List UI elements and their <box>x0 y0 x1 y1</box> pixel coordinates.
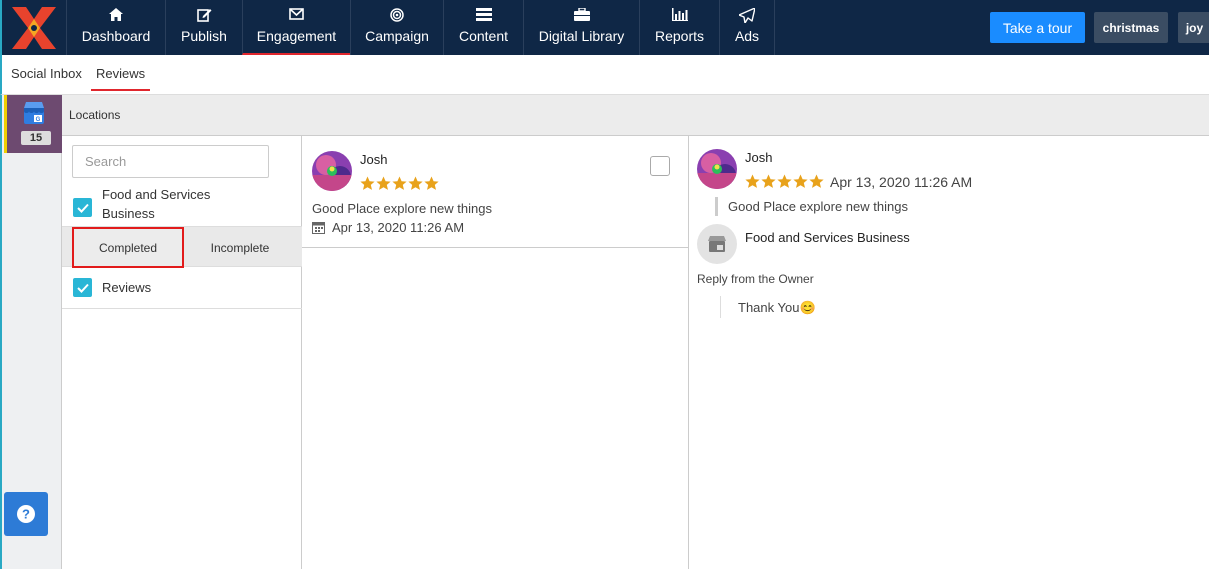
nav-ads[interactable]: Ads <box>719 0 775 55</box>
reply-quote-bar <box>720 296 721 318</box>
google-my-business-account[interactable]: G 15 <box>4 95 62 153</box>
envelope-icon <box>289 8 304 20</box>
nav-content-label: Content <box>458 28 509 44</box>
nav-dashboard[interactable]: Dashboard <box>66 0 165 55</box>
target-icon <box>390 8 404 22</box>
nav-content[interactable]: Content <box>443 0 523 55</box>
nav-digital-library-label: Digital Library <box>538 28 625 44</box>
nav-dashboard-label: Dashboard <box>81 28 151 44</box>
reply-heading: Reply from the Owner <box>697 272 814 286</box>
top-nav: Dashboard Publish Engagement Campaign Co… <box>0 0 1209 55</box>
question-icon: ? <box>17 505 35 523</box>
reviewer-avatar <box>697 149 737 189</box>
review-toolbar <box>302 95 1209 136</box>
review-detail: Josh Apr 13, 2020 11:26 AM Good Place ex… <box>689 136 1209 569</box>
list-icon <box>475 8 492 21</box>
take-a-tour-button[interactable]: Take a tour <box>990 12 1085 43</box>
paper-plane-icon <box>739 8 755 23</box>
detail-review-date: Apr 13, 2020 11:26 AM <box>830 174 973 190</box>
account-count-badge: 15 <box>21 131 51 145</box>
review-card[interactable]: Josh Good Place explore new things Apr 1… <box>302 136 688 248</box>
star-icon <box>809 174 824 188</box>
business-name: Food and Services Business <box>745 230 910 245</box>
business-avatar <box>697 224 737 264</box>
completed-toggle-button[interactable]: Completed <box>72 227 184 268</box>
edit-icon <box>196 9 211 22</box>
star-icon <box>360 176 375 190</box>
rating-stars <box>360 176 439 191</box>
svg-text:G: G <box>36 117 41 123</box>
reviewer-name: Josh <box>360 152 388 167</box>
star-icon <box>376 176 391 190</box>
review-text: Good Place explore new things <box>312 201 492 216</box>
reviewer-avatar <box>312 151 352 191</box>
incomplete-toggle-button[interactable]: Incomplete <box>184 227 296 268</box>
nav-ads-label: Ads <box>734 28 760 44</box>
sub-nav: Social Inbox Reviews <box>0 55 1209 95</box>
nav-publish[interactable]: Publish <box>165 0 242 55</box>
tab-social-inbox[interactable]: Social Inbox <box>11 66 82 81</box>
detail-review-text: Good Place explore new things <box>728 199 908 214</box>
tab-reviews[interactable]: Reviews <box>91 66 151 91</box>
star-icon <box>745 174 760 188</box>
nav-campaign-label: Campaign <box>365 28 429 44</box>
briefcase-icon <box>573 8 590 21</box>
location-search-input[interactable] <box>72 145 269 178</box>
quote-bar <box>715 197 718 216</box>
check-icon <box>76 203 89 213</box>
account-sidebar: G 15 ? <box>0 95 62 569</box>
star-icon <box>408 176 423 190</box>
review-list: Josh Good Place explore new things Apr 1… <box>302 136 689 569</box>
location-name: Food and Services Business <box>102 187 211 221</box>
nav-digital-library[interactable]: Digital Library <box>523 0 639 55</box>
check-icon <box>76 283 89 293</box>
reviews-checkbox[interactable] <box>73 278 92 297</box>
nav-engagement[interactable]: Engagement <box>242 0 350 55</box>
home-icon <box>109 8 123 21</box>
svg-text:?: ? <box>22 507 30 522</box>
brand-logo[interactable] <box>10 5 58 51</box>
review-select-checkbox[interactable] <box>650 156 670 176</box>
star-icon <box>777 174 792 188</box>
locations-header: Locations <box>62 95 302 136</box>
workspace-chip[interactable]: christmas <box>1094 12 1168 43</box>
nav-publish-label: Publish <box>181 28 227 44</box>
location-checkbox[interactable] <box>73 198 92 217</box>
nav-reports-label: Reports <box>654 28 705 44</box>
nav-engagement-label: Engagement <box>256 28 337 44</box>
locations-panel: Locations Food and Services Business Com… <box>62 95 302 569</box>
nav-campaign[interactable]: Campaign <box>350 0 443 55</box>
star-icon <box>392 176 407 190</box>
review-date: Apr 13, 2020 11:26 AM <box>332 220 465 235</box>
nav-reports[interactable]: Reports <box>639 0 719 55</box>
google-my-business-icon: G <box>24 102 44 124</box>
reviews-filter-row: Reviews <box>62 267 302 309</box>
reply-text: Thank You😊 <box>738 300 816 315</box>
detail-rating-stars <box>745 174 824 189</box>
reviews-filter-label: Reviews <box>102 280 152 295</box>
status-toggle: Completed Incomplete <box>62 226 302 268</box>
star-icon <box>793 174 808 188</box>
store-icon <box>708 236 726 252</box>
star-icon <box>424 176 439 190</box>
star-icon <box>761 174 776 188</box>
detail-reviewer-name: Josh <box>745 150 773 165</box>
help-button[interactable]: ? <box>4 492 48 536</box>
user-chip[interactable]: joy <box>1178 12 1209 43</box>
bar-chart-icon <box>671 8 688 21</box>
calendar-icon <box>312 222 325 234</box>
